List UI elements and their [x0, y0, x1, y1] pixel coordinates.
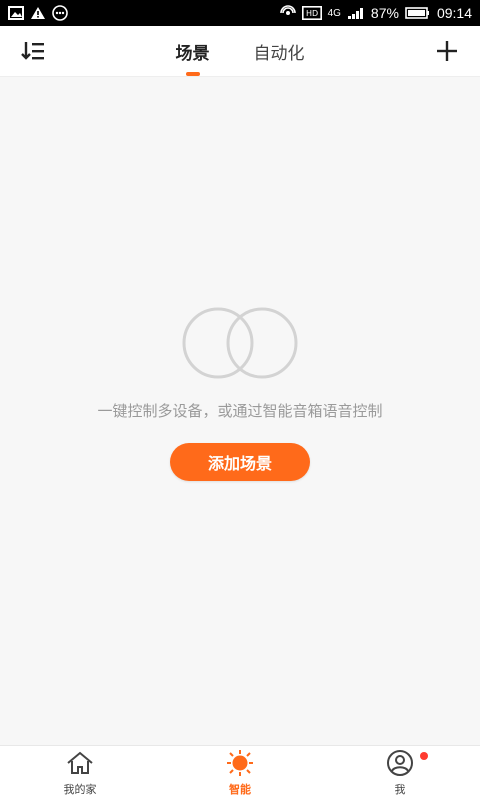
tab-automation[interactable]: 自动化	[254, 33, 305, 70]
tabs: 场景 自动化	[175, 33, 305, 76]
sort-list-icon	[21, 42, 44, 60]
active-tab-indicator	[185, 71, 200, 76]
battery-percent: 87%	[370, 5, 399, 21]
plus-icon	[437, 41, 457, 61]
status-right: HD 4G 87% 09:14	[279, 5, 472, 21]
nav-me[interactable]: 我	[360, 746, 440, 800]
notification-badge	[420, 752, 428, 760]
nav-smart-label: 智能	[229, 783, 251, 796]
nav-smart[interactable]: 智能	[200, 746, 280, 800]
status-left	[8, 5, 68, 21]
image-icon	[8, 6, 24, 20]
sort-menu-button[interactable]	[18, 36, 48, 66]
user-icon	[387, 750, 413, 776]
add-scene-button[interactable]: 添加场景	[170, 443, 310, 481]
svg-text:HD: HD	[306, 9, 318, 18]
dots-icon	[52, 5, 68, 21]
hotspot-icon	[279, 5, 296, 21]
empty-scenes-illustration	[182, 307, 298, 379]
bottom-navigation: 我的家 智能 我	[0, 745, 480, 800]
tab-automation-label: 自动化	[253, 43, 305, 64]
tab-scenes[interactable]: 场景	[175, 33, 210, 76]
status-bar: HD 4G 87% 09:14	[0, 0, 480, 26]
sun-icon	[227, 750, 253, 776]
signal-icon	[347, 6, 365, 20]
nav-me-label: 我	[394, 783, 406, 796]
add-scene-button-label: 添加场景	[207, 454, 272, 473]
top-header: 场景 自动化	[0, 26, 480, 77]
network-type: 4G	[327, 7, 341, 19]
nav-home-label: 我的家	[63, 783, 97, 796]
hd-icon: HD	[301, 6, 322, 20]
warning-icon	[30, 6, 46, 20]
empty-state-text: 一键控制多设备，或通过智能音箱语音控制	[97, 402, 383, 420]
battery-icon	[405, 6, 431, 20]
nav-home[interactable]: 我的家	[40, 746, 120, 800]
tab-scenes-label: 场景	[175, 43, 210, 64]
home-icon	[67, 751, 93, 774]
add-button[interactable]	[432, 36, 462, 66]
clock: 09:14	[436, 5, 472, 21]
